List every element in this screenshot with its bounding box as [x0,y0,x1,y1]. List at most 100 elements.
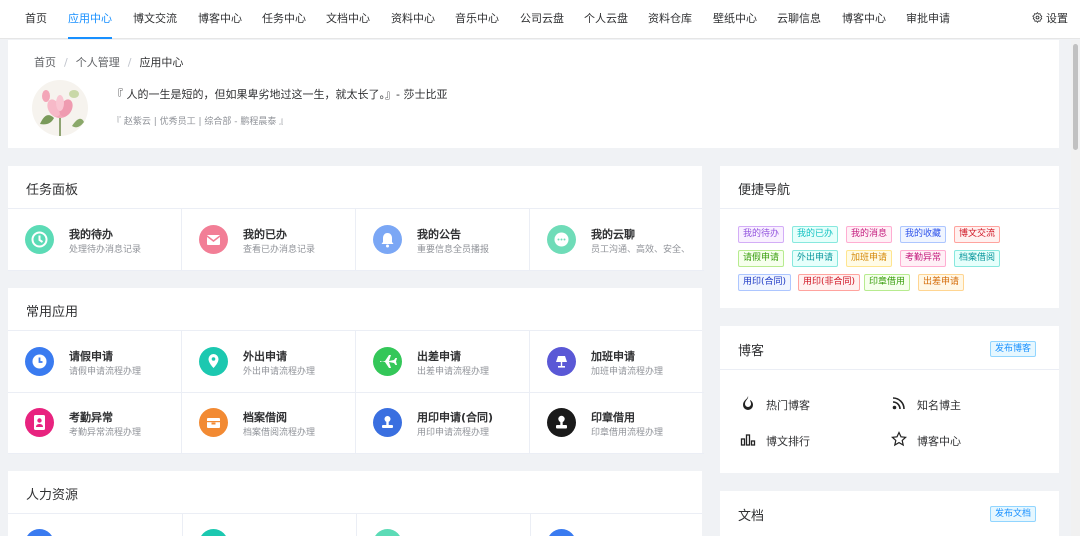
avatar[interactable] [32,80,88,136]
breadcrumb: 首页 / 个人管理 / 应用中心 [34,56,184,69]
tile-name: 用印申请(合同) [417,411,494,424]
nav-item-company-cloud[interactable]: 公司云盘 [520,0,564,39]
tile-name: 档案借阅 [243,411,287,424]
quick-nav-card: 便捷导航 我的待办 我的已办 我的消息 我的收藏 博文交流请假申请 外出申请 加班申请 考勤异… [720,166,1059,308]
rss-icon [892,397,905,410]
blog-link-famous[interactable]: 知名博主 [892,397,961,413]
tile-name: 我的公告 [417,228,461,241]
hr-tile-icon [199,529,228,536]
envelope-icon [199,225,228,254]
blog-title: 博客 [738,344,765,359]
nav-item-blog-center-2[interactable]: 博客中心 [842,0,886,39]
quick-nav-tag[interactable]: 印章借用 [864,274,911,291]
tile-name: 我的云聊 [591,228,635,241]
nav-item-doc-center[interactable]: 文档中心 [326,0,370,39]
motto-quote: 『 人的一生是短的，但如果卑劣地过这一生，就太长了。』- 莎士比亚 [112,88,448,101]
app-tile-archive[interactable]: 档案借阅 档案借阅流程办理 [182,392,356,454]
hr-tile-icon [25,529,54,536]
chat-icon [547,225,576,254]
tile-name: 外出申请 [243,350,287,363]
nav-item-blog-exchange[interactable]: 博文交流 [133,0,177,39]
location-icon [199,347,228,376]
nav-item-home[interactable]: 首页 [25,0,47,39]
tile-desc: 档案借阅流程办理 [243,428,316,438]
stamp-icon [373,408,402,437]
nav-item-personal-cloud[interactable]: 个人云盘 [584,0,628,39]
hr-tile-icon [547,529,576,536]
quick-nav-tag[interactable]: 我的收藏 [900,226,947,243]
task-tile-done[interactable]: 我的已办 查看已办消息记录 [182,209,356,271]
nav-item-cloud-chat[interactable]: 云聊信息 [777,0,821,39]
docs-title: 文档 [738,509,765,524]
star-icon [891,431,907,447]
seal-icon [547,408,576,437]
nav-item-task-center[interactable]: 任务中心 [262,0,306,39]
breadcrumb-home[interactable]: 首页 [34,56,56,69]
header-panel: 首页 / 个人管理 / 应用中心 『 人的一生是短的，但如果卑劣地过这一生，就太长了。』… [8,40,1059,148]
tile-desc: 员工沟通、高效、安全、 [591,245,691,255]
tile-name: 请假申请 [69,350,113,363]
app-tile-overtime[interactable]: 加班申请 加班申请流程办理 [530,331,704,393]
app-tile-outing[interactable]: 外出申请 外出申请流程办理 [182,331,356,393]
quick-nav-tag[interactable]: 我的已办 [792,226,839,243]
quick-nav-tag[interactable]: 用印(合同) [738,274,792,291]
tile-desc: 处理待办消息记录 [69,245,142,255]
common-apps-title: 常用应用 [26,305,79,320]
nav-item-wallpaper-center[interactable]: 壁纸中心 [713,0,757,39]
nav-item-app-center[interactable]: 应用中心 [68,0,112,39]
breadcrumb-current: 应用中心 [139,56,184,69]
publish-blog-button[interactable]: 发布博客 [990,341,1037,357]
nav-item-material-repo[interactable]: 资料仓库 [648,0,692,39]
app-tile-leave[interactable]: 请假申请 请假申请流程办理 [8,331,182,393]
quick-nav-tag[interactable]: 请假申请 [738,250,785,267]
blog-link-center[interactable]: 博客中心 [891,431,961,449]
quick-nav-tag[interactable]: 我的待办 [738,226,785,243]
box-icon [199,408,228,437]
app-tile-seal-borrow[interactable]: 印章借用 印章借用流程办理 [530,392,704,454]
gear-icon [1032,12,1043,23]
hr-card: 人力资源 [8,471,702,536]
tile-name: 印章借用 [591,411,635,424]
quick-nav-tag[interactable]: 考勤异常 [900,250,947,267]
task-panel-card: 任务面板 我的待办 处理待办消息记录 我的已办 查看已办消息记录 我的公告 重要… [8,166,704,271]
task-tile-chat[interactable]: 我的云聊 员工沟通、高效、安全、 [530,209,704,271]
quick-nav-tag[interactable]: 用印(非合同) [798,274,861,291]
blog-link-hot[interactable]: 热门博客 [743,396,810,413]
task-tile-todo[interactable]: 我的待办 处理待办消息记录 [8,209,182,271]
app-tile-stamp-contract[interactable]: 用印申请(合同) 用印申请流程办理 [356,392,530,454]
tile-desc: 请假申请流程办理 [69,367,142,377]
plane-icon [373,347,402,376]
scrollbar-thumb[interactable] [1073,44,1078,150]
nav-item-blog-center[interactable]: 博客中心 [198,0,242,39]
quick-nav-tag[interactable]: 外出申请 [792,250,839,267]
tile-desc: 查看已办消息记录 [243,245,316,255]
app-tile-attendance[interactable]: 考勤异常 考勤异常流程办理 [8,392,182,454]
nav-item-material-center[interactable]: 资料中心 [391,0,435,39]
quick-nav-tag[interactable]: 加班申请 [846,250,893,267]
breadcrumb-personal[interactable]: 个人管理 [76,56,120,69]
quick-nav-title: 便捷导航 [738,183,791,198]
task-tile-notice[interactable]: 我的公告 重要信息全员播报 [356,209,530,271]
publish-doc-button[interactable]: 发布文档 [990,506,1037,522]
settings-button[interactable]: 设置 [1032,0,1068,39]
task-panel-title: 任务面板 [26,183,79,198]
blog-link-rank[interactable]: 博文排行 [740,433,810,449]
quick-nav-tag[interactable]: 档案借阅 [954,250,1001,267]
tile-name: 出差申请 [417,350,461,363]
nav-item-approval[interactable]: 审批申请 [906,0,950,39]
quick-nav-tag[interactable]: 我的消息 [846,226,893,243]
tile-desc: 印章借用流程办理 [591,428,664,438]
flame-icon [743,396,753,410]
common-apps-card: 常用应用 请假申请 请假申请流程办理 外出申请 外出申请流程办理 出差申请 出差… [8,288,704,454]
tile-name: 加班申请 [591,350,635,363]
quick-nav-tag[interactable]: 出差申请 [918,274,965,291]
tile-desc: 加班申请流程办理 [591,367,664,377]
bell-icon [373,225,402,254]
quick-nav-tag[interactable]: 博文交流 [954,226,1001,243]
lamp-icon [547,347,576,376]
nav-item-music-center[interactable]: 音乐中心 [455,0,499,39]
settings-label: 设置 [1046,12,1068,25]
app-tile-trip[interactable]: 出差申请 出差申请流程办理 [356,331,530,393]
user-info: 『 赵紫云 | 优秀员工 | 综合部 - 鹏程晨泰 』 [112,117,289,127]
top-nav: 首页 应用中心 博文交流 博客中心 任务中心 文档中心 资料中心 音乐中心 公司… [0,0,1080,39]
